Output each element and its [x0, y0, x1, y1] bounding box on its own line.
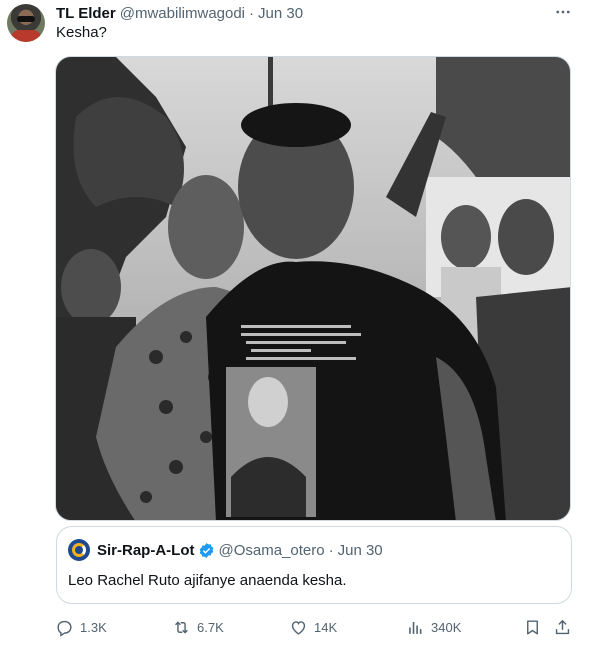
user-avatar[interactable]: [7, 4, 45, 42]
retweet-count: 6.7K: [197, 619, 224, 635]
quote-handle[interactable]: @Osama_otero: [219, 542, 325, 559]
tweet[interactable]: TL Elder @mwabilimwagodi · Jun 30 Kesha?: [0, 0, 597, 645]
retweet-icon: [175, 620, 188, 634]
quote-date[interactable]: Jun 30: [338, 542, 383, 559]
heart-icon: [291, 620, 306, 635]
quote-display-name[interactable]: Sir-Rap-A-Lot: [97, 542, 195, 559]
verified-badge-icon: [199, 542, 213, 558]
tweet-media-photo[interactable]: [55, 56, 571, 521]
reply-count: 1.3K: [80, 619, 107, 635]
tweet-date[interactable]: Jun 30: [258, 5, 303, 22]
like-button[interactable]: 14K: [289, 614, 337, 640]
bookmark-button[interactable]: [523, 614, 542, 640]
share-icon: [555, 619, 570, 634]
display-name[interactable]: TL Elder: [56, 5, 116, 22]
views-count: 340K: [431, 619, 462, 635]
separator-dot: ·: [249, 4, 255, 22]
more-horizontal-icon[interactable]: [552, 2, 574, 22]
avatar-glasses: [17, 16, 35, 22]
tweet-text: Kesha?: [56, 24, 107, 41]
quote-header: Sir-Rap-A-Lot @Osama_otero · Jun 30: [97, 541, 383, 559]
bookmark-icon: [527, 619, 538, 635]
quote-avatar[interactable]: [68, 539, 90, 561]
avatar-shirt: [11, 30, 41, 42]
views-icon: [409, 621, 422, 634]
like-count: 14K: [314, 619, 338, 635]
retweet-button[interactable]: 6.7K: [172, 614, 224, 640]
quote-separator-dot: ·: [328, 541, 334, 559]
user-handle[interactable]: @mwabilimwagodi: [120, 5, 245, 22]
share-button[interactable]: [553, 614, 572, 640]
quote-text: Leo Rachel Ruto ajifanye anaenda kesha.: [68, 572, 347, 589]
tweet-actions-bar: 1.3K 6.7K 14K 340K: [0, 614, 597, 640]
protest-photo: [56, 57, 570, 520]
quote-avatar-logo: [72, 543, 86, 557]
views-button[interactable]: 340K: [406, 614, 461, 640]
tweet-header: TL Elder @mwabilimwagodi · Jun 30: [56, 3, 303, 23]
quoted-tweet[interactable]: Sir-Rap-A-Lot @Osama_otero · Jun 30 Leo …: [56, 526, 572, 604]
reply-button[interactable]: 1.3K: [55, 614, 107, 640]
reply-icon: [57, 620, 72, 637]
